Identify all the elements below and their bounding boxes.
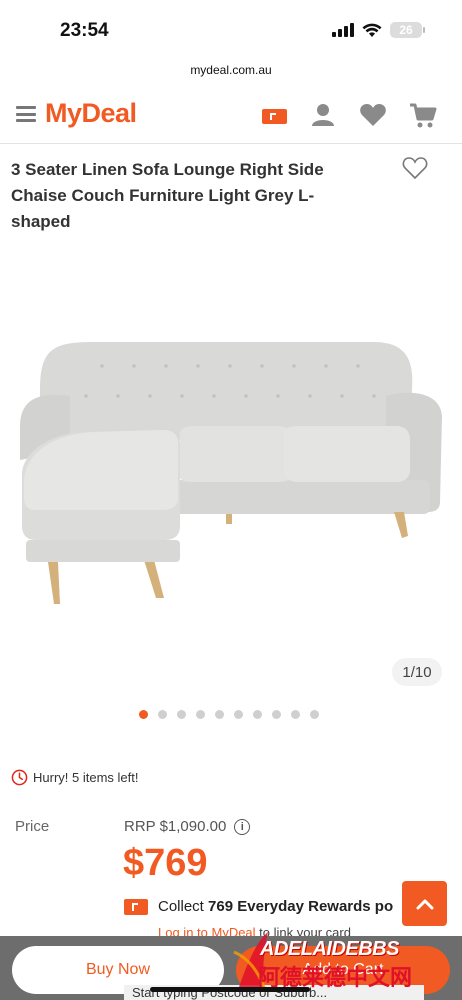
carousel-dot[interactable] — [196, 710, 205, 719]
battery-indicator: 26 — [390, 22, 425, 38]
site-header: MyDeal — [0, 88, 462, 144]
price-label: Price — [15, 818, 50, 835]
carousel-dot[interactable] — [310, 710, 319, 719]
home-indicator — [150, 987, 310, 992]
stock-text: Hurry! 5 items left! — [33, 770, 139, 785]
user-icon[interactable] — [308, 100, 338, 130]
rrp-price: RRP $1,090.00 i — [124, 818, 251, 835]
cart-icon[interactable] — [408, 100, 438, 130]
everyday-rewards-icon — [124, 898, 148, 915]
wishlist-heart-icon[interactable] — [358, 100, 388, 130]
carousel-dot[interactable] — [272, 710, 281, 719]
carousel-dot[interactable] — [158, 710, 167, 719]
carousel-dot[interactable] — [291, 710, 300, 719]
stock-warning: Hurry! 5 items left! — [11, 769, 138, 786]
status-icons: 26 — [332, 22, 425, 38]
rewards-collect: Collect 769 Everyday Rewards po — [124, 898, 393, 915]
menu-icon[interactable] — [16, 106, 36, 122]
wifi-icon — [362, 23, 382, 37]
status-time: 23:54 — [60, 20, 109, 41]
product-image[interactable] — [14, 330, 448, 610]
status-bar: 23:54 26 — [0, 0, 462, 56]
signal-icon — [332, 23, 354, 37]
carousel-dot[interactable] — [215, 710, 224, 719]
carousel-dot[interactable] — [139, 710, 148, 719]
collect-prefix: Collect — [158, 898, 209, 915]
info-icon[interactable]: i — [234, 818, 251, 835]
mydeal-logo[interactable]: MyDeal — [45, 98, 137, 129]
carousel-dot[interactable] — [177, 710, 186, 719]
carousel-dots — [139, 710, 319, 719]
product-title: 3 Seater Linen Sofa Lounge Right Side Ch… — [11, 160, 324, 231]
clock-icon — [11, 769, 28, 786]
image-counter: 1/10 — [392, 658, 442, 686]
sale-price: $769 — [123, 842, 208, 884]
scroll-to-top-button[interactable] — [402, 881, 447, 926]
url-bar[interactable]: mydeal.com.au — [0, 63, 462, 77]
chevron-up-icon — [416, 899, 433, 909]
carousel-dot[interactable] — [234, 710, 243, 719]
collect-points: 769 Everyday Rewards po — [208, 898, 394, 915]
add-to-wishlist-icon[interactable] — [402, 156, 428, 180]
rrp-text: RRP $1,090.00 — [124, 818, 227, 835]
rewards-icon[interactable] — [260, 100, 290, 130]
carousel-dot[interactable] — [253, 710, 262, 719]
